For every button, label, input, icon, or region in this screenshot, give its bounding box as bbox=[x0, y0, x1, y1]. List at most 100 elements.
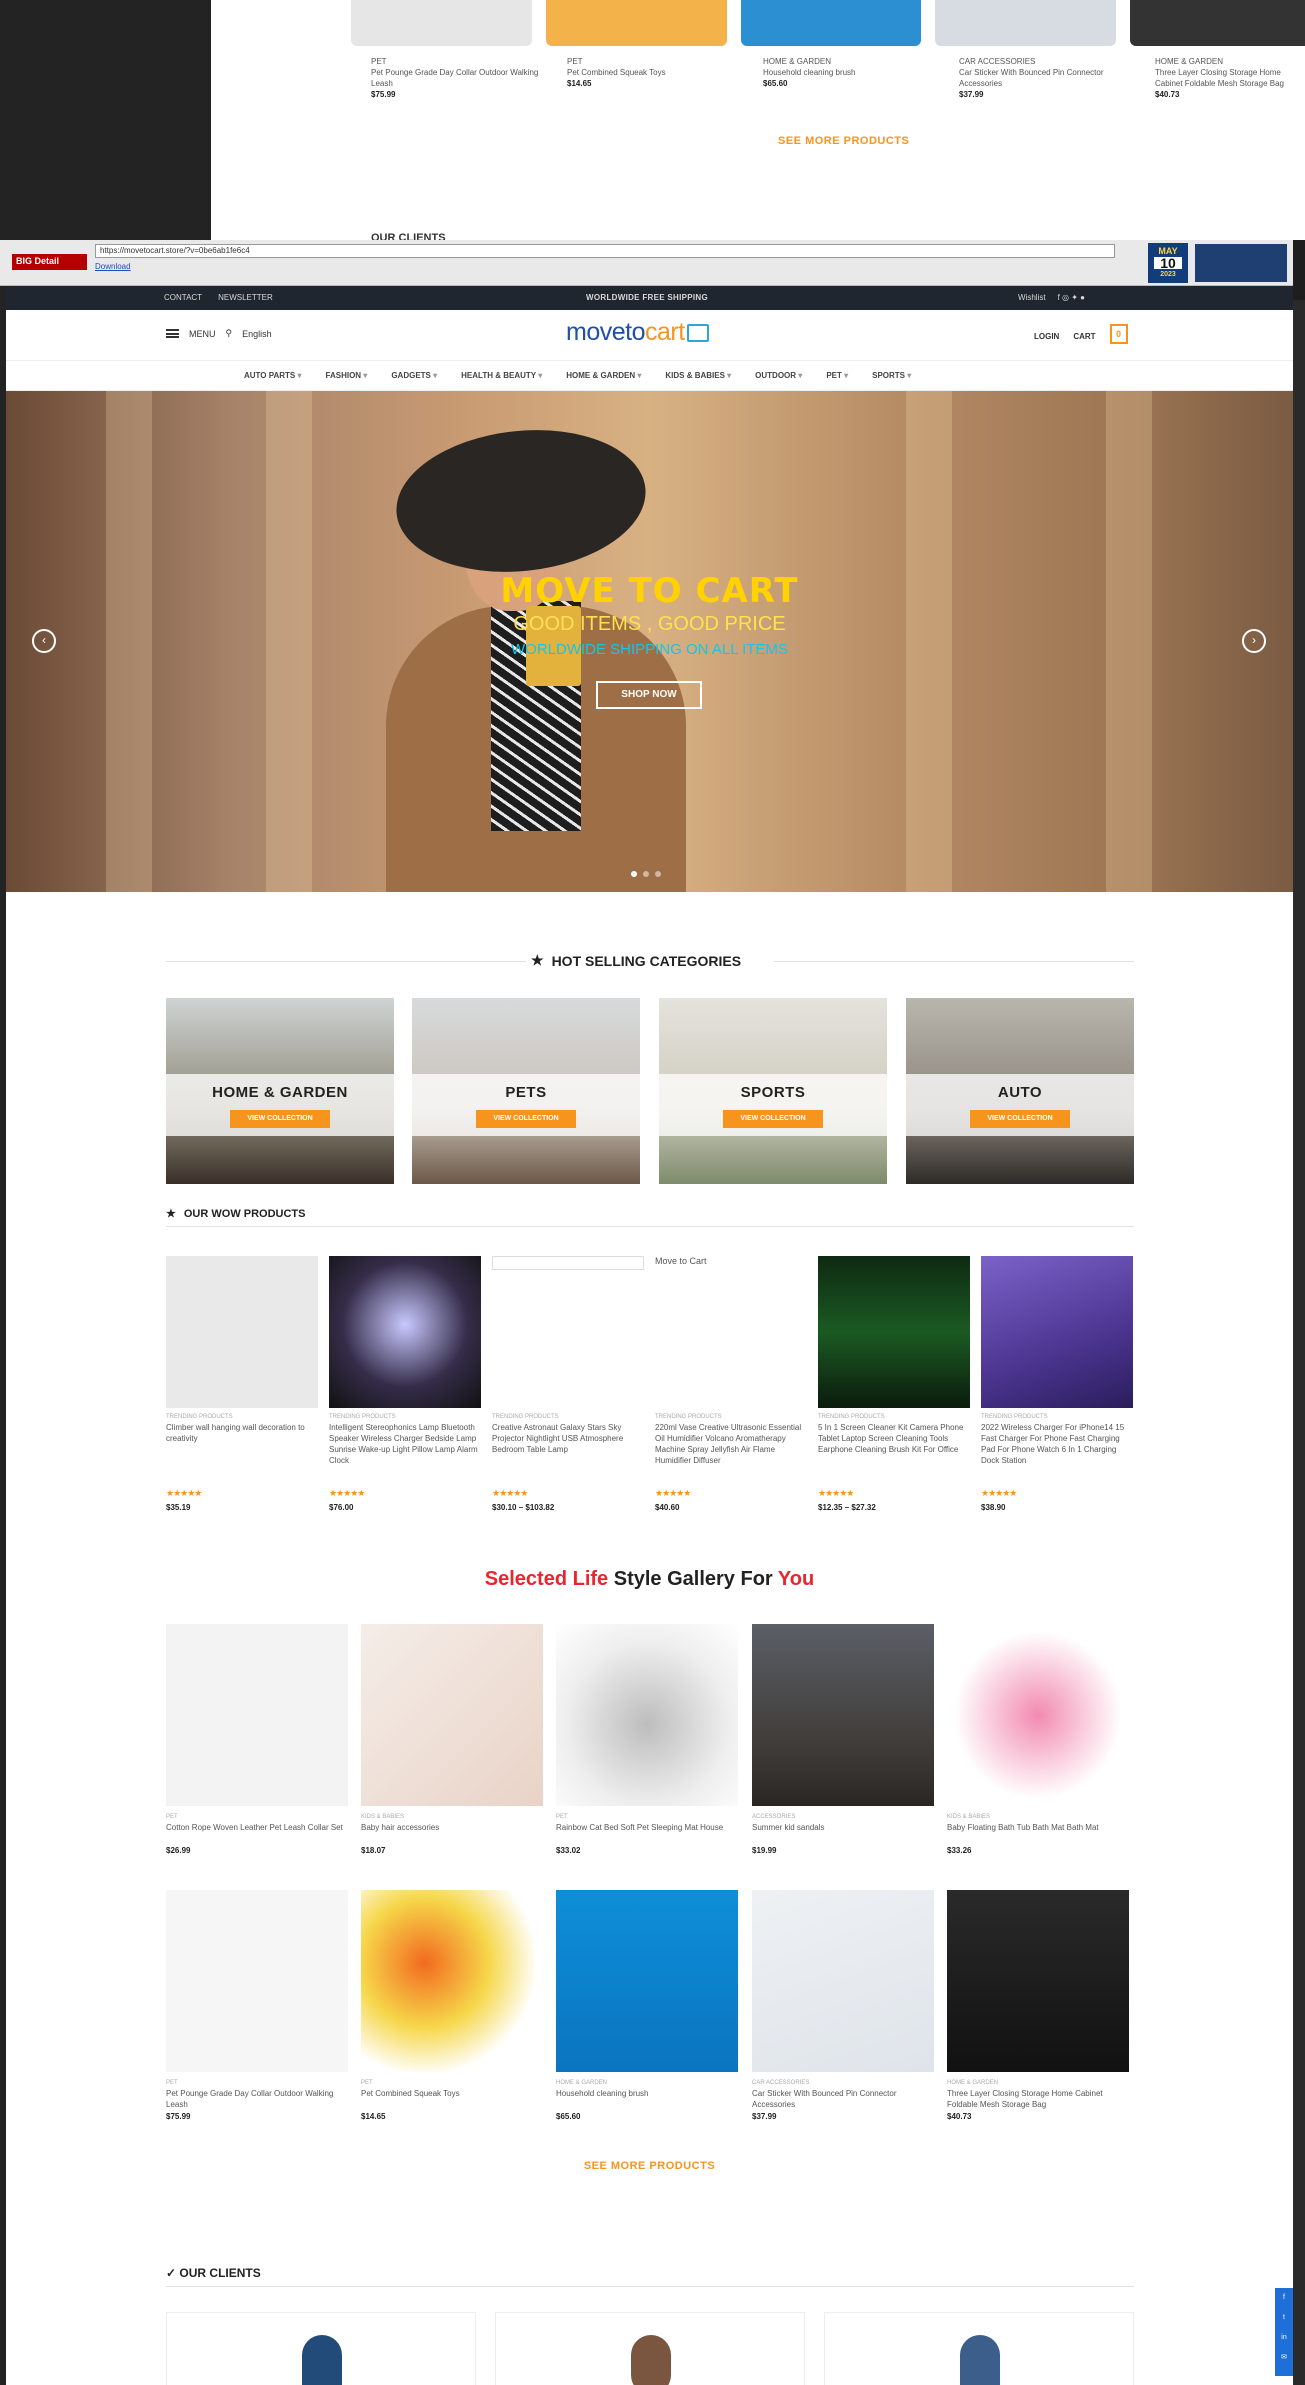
search-icon[interactable]: ⚲ bbox=[226, 328, 233, 339]
nav-item[interactable]: KIDS & BABIES bbox=[665, 371, 731, 380]
menu-label[interactable]: MENU bbox=[189, 329, 216, 339]
product-title[interactable]: 220ml Vase Creative Ultrasonic Essential… bbox=[655, 1422, 807, 1488]
nav-item[interactable]: GADGETS bbox=[391, 371, 437, 380]
product-image bbox=[166, 1256, 318, 1408]
check-icon: ✓ bbox=[166, 2266, 177, 2280]
see-more-link[interactable]: SEE MORE PRODUCTS bbox=[778, 135, 909, 147]
client-card bbox=[495, 2312, 805, 2385]
slider-prev-icon[interactable]: ‹ bbox=[32, 629, 56, 653]
product-title[interactable]: 2022 Wireless Charger For iPhone14 15 Fa… bbox=[981, 1422, 1133, 1488]
toolbar-icons[interactable] bbox=[1195, 244, 1287, 282]
gallery-product[interactable]: PET Cotton Rope Woven Leather Pet Leash C… bbox=[166, 1624, 348, 1855]
newsletter-link[interactable]: NEWSLETTER bbox=[218, 293, 273, 302]
product-card[interactable]: TRENDING PRODUCTS 2022 Wireless Charger … bbox=[981, 1256, 1133, 1512]
our-clients-heading: ✓ OUR CLIENTS bbox=[166, 2266, 261, 2280]
hero-tagline: WORLDWIDE SHIPPING ON ALL ITEMS bbox=[511, 641, 788, 658]
product-image bbox=[752, 1624, 934, 1806]
social-icons[interactable]: f ◎ ✦ ● bbox=[1058, 293, 1085, 302]
product-title[interactable]: Creative Astronaut Galaxy Stars Sky Proj… bbox=[492, 1422, 644, 1488]
product-info: PET Pet Pounge Grade Day Collar Outdoor W… bbox=[371, 57, 539, 99]
download-link[interactable]: Download bbox=[95, 262, 131, 271]
site-header: MENU ⚲ English movetocart LOGIN CART 0 bbox=[6, 310, 1293, 360]
star-icon: ★ bbox=[531, 952, 544, 968]
nav-item[interactable]: SPORTS bbox=[872, 371, 911, 380]
rating-stars-icon: ★★★★★ bbox=[329, 1488, 365, 1498]
category-card-sports[interactable]: SPORTS VIEW COLLECTION bbox=[659, 998, 887, 1184]
contact-link[interactable]: CONTACT bbox=[164, 293, 202, 302]
category-card-auto[interactable]: AUTO VIEW COLLECTION bbox=[906, 998, 1134, 1184]
gallery-product[interactable]: HOME & GARDEN Three Layer Closing Storage… bbox=[947, 1890, 1129, 2121]
gallery-product[interactable]: PET Rainbow Cat Bed Soft Pet Sleeping Mat… bbox=[556, 1624, 738, 1855]
nav-item[interactable]: AUTO PARTS bbox=[244, 371, 302, 380]
site-logo[interactable]: movetocart bbox=[566, 318, 709, 347]
rating-stars-icon: ★★★★★ bbox=[492, 1488, 528, 1498]
nav-item[interactable]: PET bbox=[826, 371, 848, 380]
wishlist-link[interactable]: Wishlist bbox=[1018, 293, 1046, 302]
cart-count-badge[interactable]: 0 bbox=[1109, 324, 1128, 344]
product-image bbox=[1130, 0, 1305, 46]
product-title[interactable]: Intelligent Stereophonics Lamp Bluetooth… bbox=[329, 1422, 481, 1488]
see-more-products-link[interactable]: SEE MORE PRODUCTS bbox=[6, 2160, 1293, 2172]
gallery-product[interactable]: CAR ACCESSORIES Car Sticker With Bounced … bbox=[752, 1890, 934, 2121]
slider-next-icon[interactable]: › bbox=[1242, 629, 1266, 653]
broken-image bbox=[492, 1256, 644, 1270]
product-info: HOME & GARDEN Household cleaning brush $65… bbox=[763, 57, 856, 88]
cart-link[interactable]: CART bbox=[1073, 332, 1095, 341]
view-collection-button[interactable]: VIEW COLLECTION bbox=[476, 1110, 576, 1128]
nav-item[interactable]: OUTDOOR bbox=[755, 371, 802, 380]
product-title[interactable]: 5 In 1 Screen Cleaner Kit Camera Phone T… bbox=[818, 1422, 970, 1488]
product-title[interactable]: Climber wall hanging wall decoration to … bbox=[166, 1422, 318, 1488]
client-avatar bbox=[302, 2335, 342, 2385]
browser-toolbar: BIG Detail https://movetocart.store/?v=0… bbox=[0, 240, 1293, 286]
website-page: CONTACT NEWSLETTER WORLDWIDE FREE SHIPPI… bbox=[6, 286, 1293, 2385]
product-image bbox=[947, 1890, 1129, 2072]
product-card[interactable]: TRENDING PRODUCTS Climber wall hanging w… bbox=[166, 1256, 318, 1512]
client-card bbox=[824, 2312, 1134, 2385]
category-card-pets[interactable]: PETS VIEW COLLECTION bbox=[412, 998, 640, 1184]
product-image bbox=[361, 1890, 543, 2072]
product-image bbox=[166, 1624, 348, 1806]
client-avatar bbox=[631, 2335, 671, 2385]
shipping-notice: WORLDWIDE FREE SHIPPING bbox=[586, 293, 709, 302]
view-collection-button[interactable]: VIEW COLLECTION bbox=[230, 1110, 330, 1128]
gallery-product[interactable]: KIDS & BABIES Baby hair accessories $18.07 bbox=[361, 1624, 543, 1855]
toolbar-logo: BIG Detail bbox=[12, 254, 87, 270]
product-image bbox=[935, 0, 1117, 46]
product-price: $30.10 – $103.82 bbox=[492, 1503, 555, 1512]
view-collection-button[interactable]: VIEW COLLECTION bbox=[723, 1110, 823, 1128]
gallery-product[interactable]: PET Pet Pounge Grade Day Collar Outdoor W… bbox=[166, 1890, 348, 2121]
product-card[interactable]: TRENDING PRODUCTS Intelligent Stereophon… bbox=[329, 1256, 481, 1512]
gallery-product[interactable]: ACCESSORIES Summer kid sandals $19.99 bbox=[752, 1624, 934, 1855]
nav-item[interactable]: FASHION bbox=[326, 371, 368, 380]
gallery-heading: Selected Life Style Gallery For You bbox=[484, 1568, 815, 1590]
product-card[interactable]: Move to Cart TRENDING PRODUCTS 220ml Vas… bbox=[655, 1256, 807, 1512]
gallery-product[interactable]: PET Pet Combined Squeak Toys $14.65 bbox=[361, 1890, 543, 2121]
rating-stars-icon: ★★★★★ bbox=[981, 1488, 1017, 1498]
product-image bbox=[166, 1890, 348, 2072]
view-collection-button[interactable]: VIEW COLLECTION bbox=[970, 1110, 1070, 1128]
side-social-bar[interactable]: f t in ✉ bbox=[1275, 2288, 1293, 2376]
product-image bbox=[351, 0, 532, 46]
menu-icon[interactable] bbox=[166, 329, 179, 338]
nav-item[interactable]: HOME & GARDEN bbox=[566, 371, 641, 380]
product-image bbox=[752, 1890, 934, 2072]
category-card-home-garden[interactable]: HOME & GARDEN VIEW COLLECTION bbox=[166, 998, 394, 1184]
product-card[interactable]: TRENDING PRODUCTS 5 In 1 Screen Cleaner … bbox=[818, 1256, 970, 1512]
login-link[interactable]: LOGIN bbox=[1034, 332, 1059, 341]
product-price: $38.90 bbox=[981, 1503, 1006, 1512]
slider-dots[interactable] bbox=[631, 871, 661, 877]
address-bar[interactable]: https://movetocart.store/?v=0be6ab1fe6c4 bbox=[95, 244, 1115, 258]
gallery-product[interactable]: KIDS & BABIES Baby Floating Bath Tub Bath… bbox=[947, 1624, 1129, 1855]
rating-stars-icon: ★★★★★ bbox=[166, 1488, 202, 1498]
product-info: HOME & GARDEN Three Layer Closing Storage… bbox=[1155, 57, 1284, 99]
shop-now-button[interactable]: SHOP NOW bbox=[596, 681, 702, 709]
product-price: $76.00 bbox=[329, 1503, 354, 1512]
product-card[interactable]: TRENDING PRODUCTS Creative Astronaut Gal… bbox=[492, 1256, 644, 1512]
client-avatar bbox=[960, 2335, 1000, 2385]
product-image bbox=[361, 1624, 543, 1806]
product-image bbox=[740, 0, 922, 46]
nav-item[interactable]: HEALTH & BEAUTY bbox=[461, 371, 542, 380]
product-info: CAR ACCESSORIES Car Sticker With Bounced … bbox=[959, 57, 1104, 99]
language-selector[interactable]: English bbox=[242, 329, 272, 339]
gallery-product[interactable]: HOME & GARDEN Household cleaning brush $65… bbox=[556, 1890, 738, 2121]
